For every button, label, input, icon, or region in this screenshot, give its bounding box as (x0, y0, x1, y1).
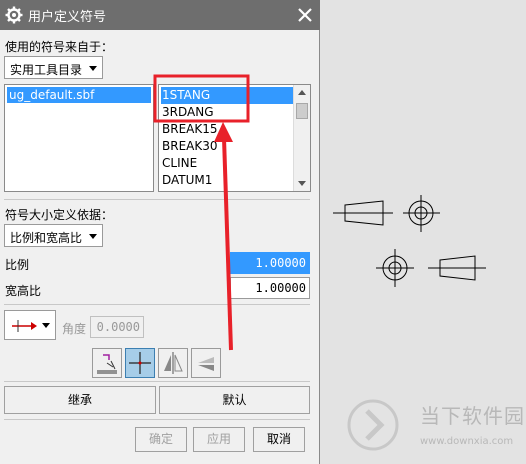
annotation-arrow-line (222, 137, 233, 351)
annotation-arrow-head (214, 122, 233, 142)
first-angle-cone-symbol (333, 200, 393, 226)
third-angle-cone-symbol (428, 255, 486, 281)
annotation-highlight-box (153, 74, 250, 123)
first-angle-circle-symbol (403, 195, 440, 232)
third-angle-circle-symbol (376, 249, 414, 287)
watermark-brand: 当下软件园 (420, 404, 525, 428)
watermark-url: www.downxia.com (420, 436, 514, 447)
